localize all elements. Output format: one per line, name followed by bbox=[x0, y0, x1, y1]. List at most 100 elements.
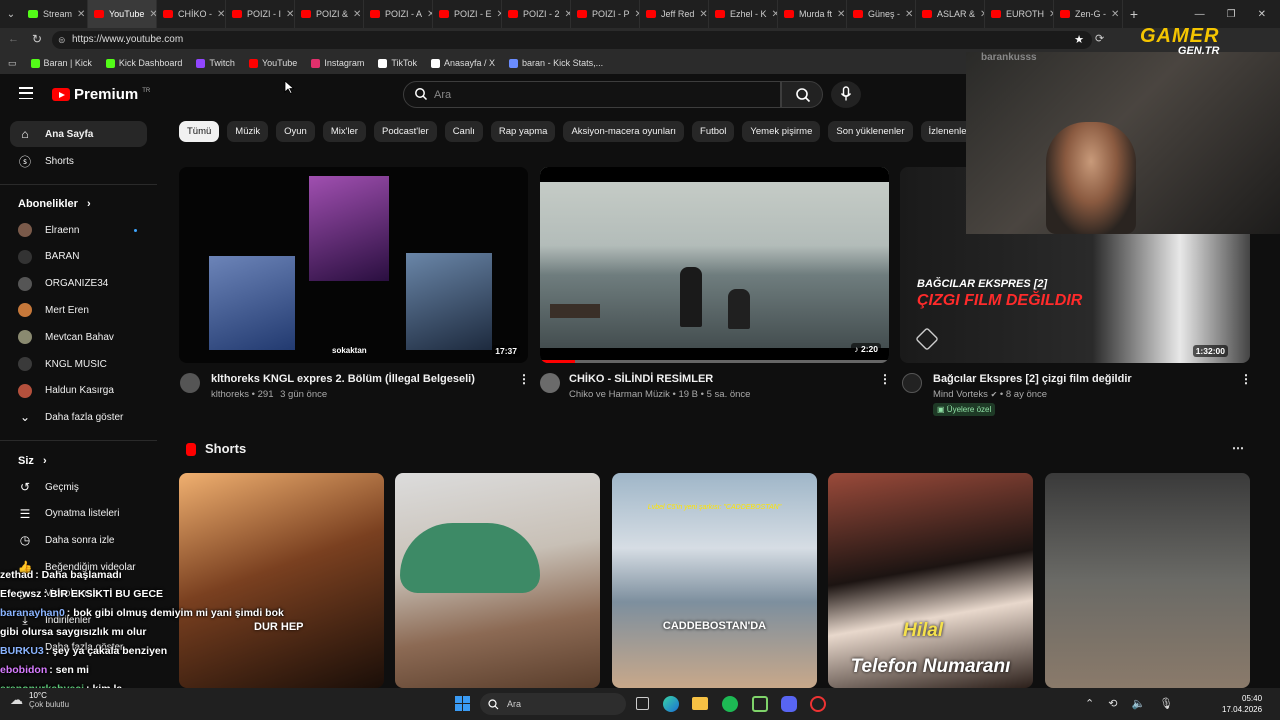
video-menu-icon[interactable]: ⋮ bbox=[518, 372, 530, 386]
discord-icon[interactable] bbox=[781, 696, 797, 712]
subscription-item[interactable]: BARAN bbox=[10, 244, 147, 270]
subscription-item[interactable]: Mevtcan Bahav bbox=[10, 324, 147, 350]
app-icon[interactable] bbox=[752, 696, 768, 712]
filter-chip[interactable]: Canlı bbox=[444, 121, 483, 142]
tab-close-icon[interactable]: ✕ bbox=[699, 9, 707, 20]
video-menu-icon[interactable]: ⋮ bbox=[1240, 372, 1252, 386]
minimize-icon[interactable]: — bbox=[1195, 9, 1205, 20]
tab-close-icon[interactable]: ✕ bbox=[1111, 9, 1119, 20]
tray-sync-icon[interactable]: ⟲ bbox=[1108, 697, 1117, 710]
tab-close-icon[interactable]: ✕ bbox=[353, 9, 361, 20]
bookmark-item[interactable]: Anasayfa / X bbox=[431, 58, 495, 68]
filter-chip[interactable]: Tümü bbox=[179, 121, 220, 142]
clock[interactable]: 05:40 17.04.2026 bbox=[1222, 693, 1262, 715]
you-item[interactable]: ◷ Daha sonra izle bbox=[10, 527, 147, 553]
channel-name[interactable]: Chiko ve Harman Müzik bbox=[569, 389, 670, 400]
tab-list-dropdown-icon[interactable]: ⌄ bbox=[0, 0, 22, 28]
spotify-icon[interactable] bbox=[722, 696, 738, 712]
tab-close-icon[interactable]: ✕ bbox=[837, 9, 845, 20]
subscription-item[interactable]: ORGANIZE34 bbox=[10, 271, 147, 297]
channel-name[interactable]: Mind Vorteks bbox=[933, 389, 988, 400]
channel-avatar[interactable] bbox=[902, 373, 922, 393]
url-field[interactable]: ⊜ https://www.youtube.com ★ bbox=[52, 31, 1092, 49]
tray-chevron-icon[interactable]: ⌃ bbox=[1085, 697, 1094, 710]
voice-search-button[interactable] bbox=[831, 81, 861, 108]
tab-close-icon[interactable]: ✕ bbox=[286, 9, 294, 20]
bookmark-item[interactable]: Kick Dashboard bbox=[105, 58, 182, 68]
tab-13[interactable]: ASLAR &✕ bbox=[916, 0, 985, 28]
you-item[interactable]: ☰ Oynatma listeleri bbox=[10, 501, 147, 527]
tab-15[interactable]: Zen-G - ✕ bbox=[1054, 0, 1123, 28]
bookmark-item[interactable]: Twitch bbox=[196, 58, 235, 68]
sidebar-item-shorts[interactable]: ⓢ Shorts bbox=[10, 148, 147, 174]
bookmark-item[interactable]: Baran | Kick bbox=[30, 58, 92, 68]
start-button[interactable] bbox=[455, 696, 470, 711]
weather-widget[interactable]: ☁ 10°C Çok bulutlu bbox=[10, 691, 69, 709]
short-card[interactable] bbox=[1045, 473, 1250, 688]
channel-name[interactable]: klthoreks bbox=[211, 389, 249, 400]
video-title[interactable]: CHİKO - SİLİNDİ RESİMLER bbox=[569, 373, 713, 385]
channel-avatar[interactable] bbox=[180, 373, 200, 393]
filter-chip[interactable]: Podcast'ler bbox=[373, 121, 437, 142]
maximize-icon[interactable]: ❐ bbox=[1227, 9, 1236, 20]
filter-chip[interactable]: Yemek pişirme bbox=[742, 121, 821, 142]
video-title[interactable]: klthoreks KNGL expres 2. Bölüm (İllegal … bbox=[211, 373, 475, 385]
tab-9[interactable]: Jeff Red ✕ bbox=[640, 0, 709, 28]
bookmark-item[interactable]: baran - Kick Stats,... bbox=[509, 58, 603, 68]
short-card[interactable]: Hilal Telefon Numaranı bbox=[828, 473, 1033, 688]
bookmarks-menu-icon[interactable]: ▭ bbox=[8, 58, 17, 69]
tab-close-icon[interactable]: ✕ bbox=[149, 9, 156, 20]
reload-icon[interactable]: ↻ bbox=[32, 32, 42, 46]
youtube-premium-logo[interactable]: Premium TR bbox=[52, 86, 150, 103]
video-thumbnail[interactable]: sokaktan 17:37 bbox=[179, 167, 528, 363]
edge-icon[interactable] bbox=[663, 696, 679, 712]
tab-1[interactable]: YouTube ✕ bbox=[88, 0, 157, 28]
shorts-menu-icon[interactable]: ⋯ bbox=[1232, 441, 1244, 455]
tab-close-icon[interactable]: ✕ bbox=[905, 9, 913, 20]
app-icon[interactable] bbox=[810, 696, 826, 712]
extensions-icon[interactable]: ⟳ bbox=[1095, 32, 1104, 45]
bookmark-item[interactable]: YouTube bbox=[248, 58, 297, 68]
filter-chip[interactable]: Müzik bbox=[227, 121, 269, 142]
tab-3[interactable]: POIZI - I ✕ bbox=[226, 0, 295, 28]
video-thumbnail[interactable]: ♪ 2:20 bbox=[540, 167, 889, 363]
short-card[interactable]: Lvbel C5'in yeni şarkısı: "CADDEBOSTAN" … bbox=[612, 473, 817, 688]
filter-chip[interactable]: Son yüklenenler bbox=[828, 121, 913, 142]
filter-chip[interactable]: Mix'ler bbox=[322, 121, 366, 142]
tab-5[interactable]: POIZI - A✕ bbox=[364, 0, 433, 28]
tab-14[interactable]: EUROTH✕ bbox=[985, 0, 1054, 28]
subscription-item[interactable]: KNGL MUSIC bbox=[10, 351, 147, 377]
task-view-icon[interactable] bbox=[636, 697, 649, 710]
tab-11[interactable]: Murda ft ✕ bbox=[778, 0, 847, 28]
sidebar-item-home[interactable]: ⌂ Ana Sayfa bbox=[10, 121, 147, 147]
guide-menu-button[interactable] bbox=[19, 87, 33, 99]
tab-close-icon[interactable]: ✕ bbox=[217, 9, 225, 20]
subscription-item[interactable]: Haldun Kasırga bbox=[10, 378, 147, 404]
close-window-icon[interactable]: ✕ bbox=[1258, 9, 1266, 20]
taskbar-search[interactable]: Ara bbox=[480, 693, 626, 715]
subscription-item[interactable]: Elraenn bbox=[10, 217, 147, 243]
tab-6[interactable]: POIZI - E✕ bbox=[433, 0, 502, 28]
subscription-item[interactable]: Mert Eren bbox=[10, 297, 147, 323]
filter-chip[interactable]: Oyun bbox=[276, 121, 315, 142]
back-icon[interactable]: ← bbox=[8, 33, 19, 45]
tab-2[interactable]: CHİKO - ✕ bbox=[157, 0, 226, 28]
video-menu-icon[interactable]: ⋮ bbox=[879, 372, 891, 386]
tab-10[interactable]: Ezhel - K✕ bbox=[709, 0, 778, 28]
subscriptions-heading[interactable]: Abonelikler › bbox=[18, 198, 91, 210]
file-explorer-icon[interactable] bbox=[692, 697, 708, 710]
bookmark-star-icon[interactable]: ★ bbox=[1074, 31, 1084, 49]
channel-avatar[interactable] bbox=[540, 373, 560, 393]
filter-chip[interactable]: Rap yapma bbox=[490, 121, 556, 142]
tab-12[interactable]: Güneş - ✕ bbox=[847, 0, 916, 28]
short-card[interactable] bbox=[395, 473, 600, 688]
tab-close-icon[interactable]: ✕ bbox=[77, 9, 85, 20]
tab-4[interactable]: POIZI & ✕ bbox=[295, 0, 364, 28]
search-input[interactable] bbox=[434, 86, 754, 104]
bookmark-item[interactable]: TikTok bbox=[378, 58, 417, 68]
new-tab-button[interactable]: + bbox=[1123, 6, 1145, 22]
you-item[interactable]: ↺ Geçmiş bbox=[10, 474, 147, 500]
mic-tray-icon[interactable]: 🎙 bbox=[1159, 697, 1173, 710]
you-heading[interactable]: Siz › bbox=[18, 455, 47, 467]
bookmark-item[interactable]: Instagram bbox=[311, 58, 364, 68]
